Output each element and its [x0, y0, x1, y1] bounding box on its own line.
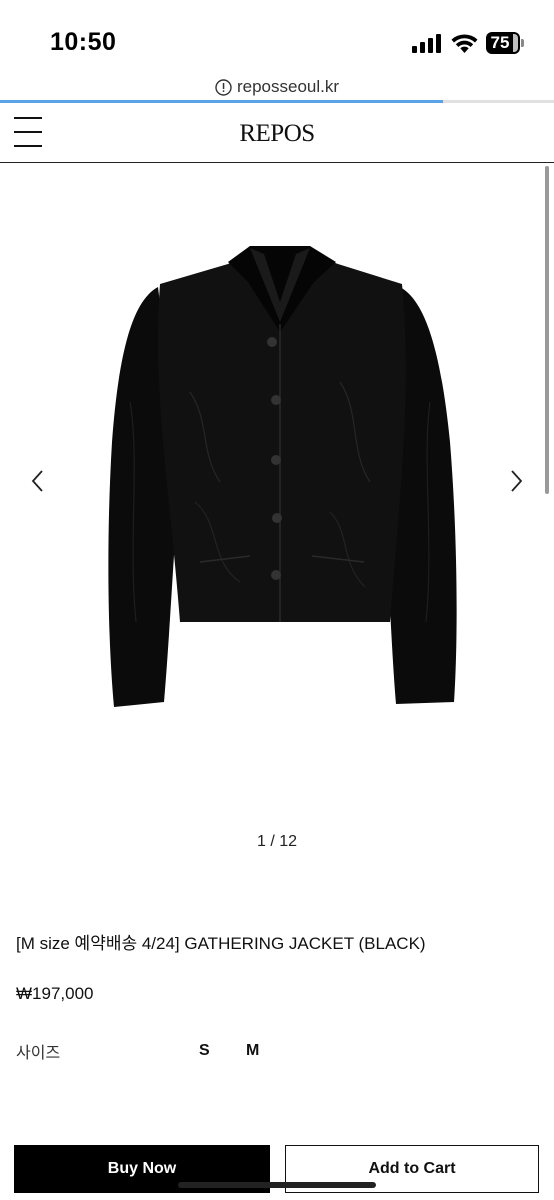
url-text[interactable]: reposseoul.kr — [237, 77, 339, 97]
site-header: REPOS — [0, 103, 554, 163]
size-option-m[interactable]: M — [246, 1042, 259, 1060]
info-icon[interactable] — [215, 78, 232, 96]
page-scrollbar[interactable] — [545, 166, 549, 494]
previous-image-arrow-icon[interactable] — [26, 468, 50, 494]
home-indicator[interactable] — [178, 1182, 376, 1188]
battery-icon: 75 — [486, 32, 524, 54]
address-bar[interactable]: reposseoul.kr — [0, 72, 554, 102]
product-price: ₩197,000 — [16, 984, 94, 1003]
next-image-arrow-icon[interactable] — [504, 468, 528, 494]
status-bar: 10:50 75 — [0, 0, 554, 72]
product-gallery[interactable]: 1 / 12 — [0, 164, 554, 864]
size-option-label: 사이즈 — [16, 1045, 61, 1062]
wifi-icon — [451, 34, 478, 53]
product-title: [M size 예약배송 4/24] GATHERING JACKET (BLA… — [16, 934, 426, 953]
status-time: 10:50 — [50, 28, 117, 56]
image-pager: 1 / 12 — [256, 833, 298, 850]
battery-level: 75 — [490, 33, 510, 52]
site-logo[interactable]: REPOS — [0, 120, 554, 148]
product-image[interactable] — [100, 242, 470, 712]
size-option-s[interactable]: S — [199, 1042, 210, 1060]
cellular-signal-icon — [412, 34, 441, 53]
